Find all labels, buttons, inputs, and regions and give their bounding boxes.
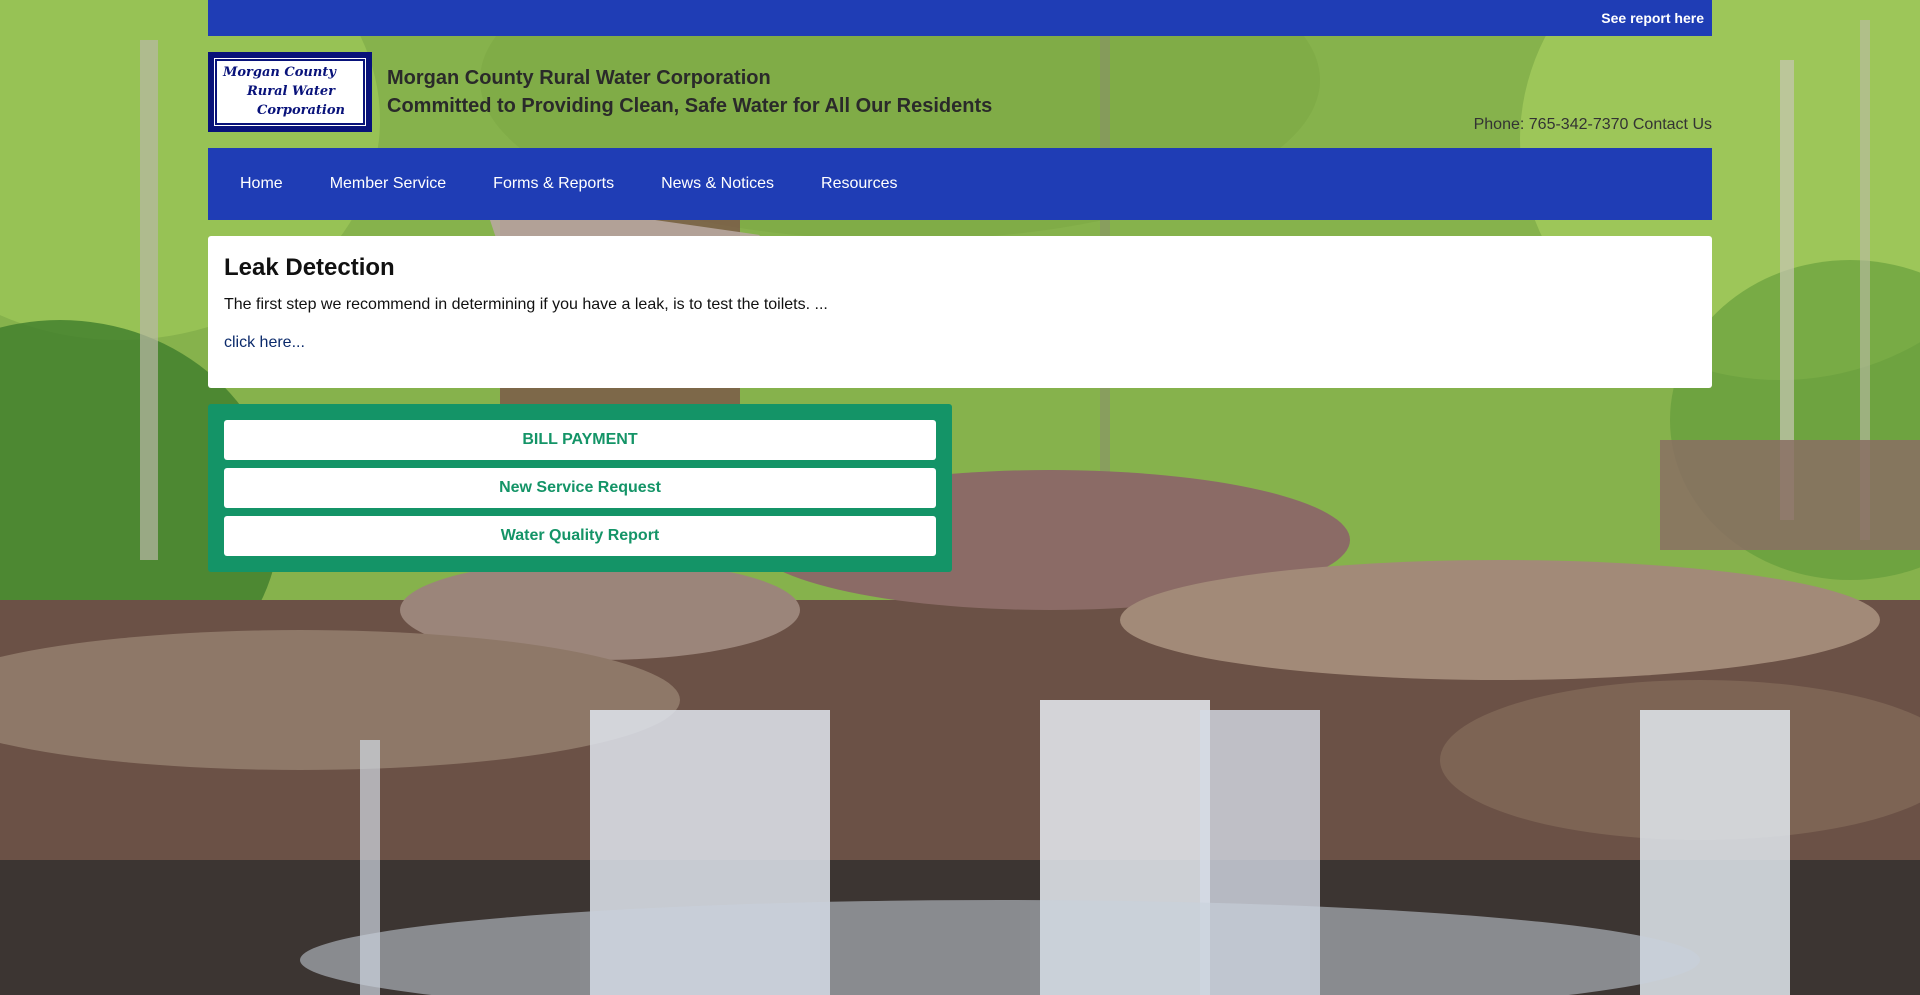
article-title: Leak Detection [224,254,395,281]
site-tagline: Committed to Providing Clean, Safe Water… [387,95,993,117]
logo-text-line-3: Corporation [257,103,345,118]
site-titles: Morgan County Rural Water Corporation Co… [387,64,992,120]
nav-item-member-service[interactable]: Member Service [314,175,462,193]
leak-detection-card: Leak Detection The first step we recomme… [208,236,1712,388]
article-text: The first step we recommend in determini… [224,296,828,313]
logo-frame: Morgan County Rural Water Corporation [215,59,365,125]
contact-info: Phone: 765-342-7370 Contact Us [1474,116,1712,134]
main-navigation: Home Member Service Forms & Reports News… [208,148,1712,220]
water-quality-report-button[interactable]: Water Quality Report [224,516,936,556]
nav-item-home[interactable]: Home [224,175,299,193]
logo-text-line-2: Rural Water [247,84,336,99]
phone-number: Phone: 765-342-7370 [1473,116,1629,133]
bill-payment-button[interactable]: BILL PAYMENT [224,420,936,460]
site-title: Morgan County Rural Water Corporation [387,67,771,89]
see-report-link[interactable]: See report here [1601,10,1704,26]
site-header: Morgan County Rural Water Corporation Mo… [208,36,1712,148]
contact-us-link[interactable]: Contact Us [1633,116,1712,133]
nav-item-forms-reports[interactable]: Forms & Reports [477,175,630,193]
quick-actions-panel: BILL PAYMENT New Service Request Water Q… [208,404,952,572]
logo-text-line-1: Morgan County [223,65,336,80]
nav-item-resources[interactable]: Resources [805,175,913,193]
announcement-bar: See report here [208,0,1712,36]
article-read-more-link[interactable]: click here... [224,334,305,351]
site-logo[interactable]: Morgan County Rural Water Corporation [208,52,372,132]
nav-item-news-notices[interactable]: News & Notices [645,175,790,193]
page-container: See report here Morgan County Rural Wate… [208,0,1712,572]
new-service-request-button[interactable]: New Service Request [224,468,936,508]
